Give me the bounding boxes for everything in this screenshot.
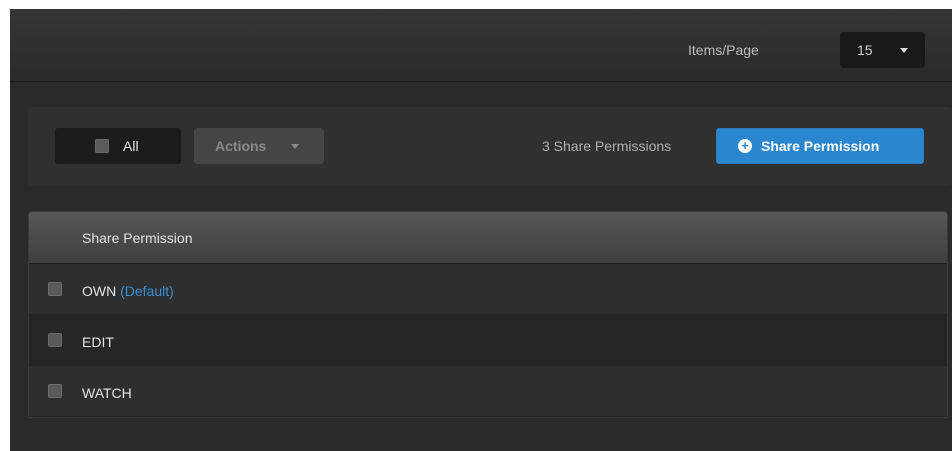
permissions-panel: Items/Page 15 All Actions 3 Share Permis…: [10, 0, 952, 451]
items-per-page-select[interactable]: 15: [840, 32, 925, 68]
default-tag: (Default): [120, 283, 174, 299]
items-per-page-value: 15: [857, 42, 873, 58]
actions-dropdown-button[interactable]: Actions: [194, 128, 324, 164]
table-row[interactable]: EDIT: [29, 315, 947, 366]
plus-circle-icon: +: [738, 139, 752, 153]
permission-name-text: OWN: [82, 283, 117, 299]
chevron-down-icon: [291, 144, 299, 149]
table-header: Share Permission: [29, 212, 947, 264]
permission-name: EDIT: [82, 334, 114, 350]
table-row[interactable]: OWN (Default): [29, 264, 947, 315]
permission-name: WATCH: [82, 385, 132, 401]
header-bar: Items/Page 15: [10, 9, 952, 82]
toolbar: All Actions 3 Share Permissions + Share …: [28, 107, 952, 186]
row-checkbox[interactable]: [48, 282, 62, 296]
actions-label: Actions: [215, 138, 267, 154]
checkbox-icon[interactable]: [95, 139, 109, 153]
permission-count: 3 Share Permissions: [542, 138, 672, 154]
permissions-table: Share Permission OWN (Default) EDIT WATC…: [28, 211, 948, 418]
select-all-label: All: [123, 138, 139, 154]
chevron-down-icon: [900, 48, 908, 53]
share-permission-button[interactable]: + Share Permission: [716, 128, 924, 164]
row-checkbox[interactable]: [48, 333, 62, 347]
share-permission-label: Share Permission: [761, 138, 880, 154]
table-row[interactable]: WATCH: [29, 366, 947, 417]
select-all-button[interactable]: All: [55, 128, 181, 164]
row-checkbox[interactable]: [48, 384, 62, 398]
column-header-share-permission: Share Permission: [82, 230, 193, 246]
items-per-page-label: Items/Page: [688, 42, 759, 58]
top-white-strip: [10, 0, 952, 9]
permission-name: OWN (Default): [82, 283, 174, 299]
